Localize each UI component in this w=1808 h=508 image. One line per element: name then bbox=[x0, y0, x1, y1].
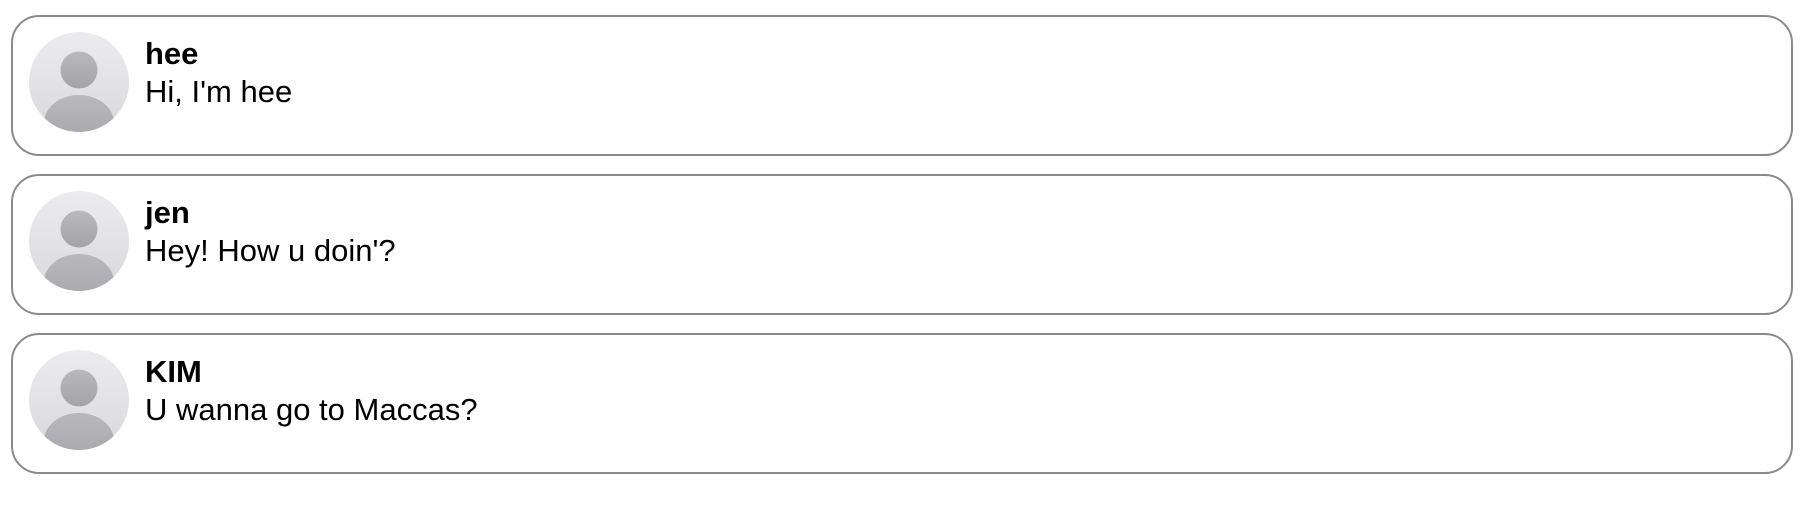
conversation-card-jen[interactable]: jen Hey! How u doin'? bbox=[11, 174, 1793, 315]
contact-name: jen bbox=[145, 195, 190, 230]
conversation-text: jen Hey! How u doin'? bbox=[145, 194, 1771, 270]
user-avatar-icon[interactable] bbox=[29, 191, 129, 291]
conversation-list: hee Hi, I'm hee jen Hey! How u doin'? KI… bbox=[11, 15, 1793, 492]
user-avatar-icon[interactable] bbox=[29, 350, 129, 450]
contact-name: KIM bbox=[145, 354, 202, 389]
message-preview: Hi, I'm hee bbox=[145, 74, 293, 109]
message-preview: Hey! How u doin'? bbox=[145, 233, 396, 268]
conversation-text: KIM U wanna go to Maccas? bbox=[145, 353, 1771, 429]
message-preview: U wanna go to Maccas? bbox=[145, 392, 478, 427]
conversation-card-hee[interactable]: hee Hi, I'm hee bbox=[11, 15, 1793, 156]
user-avatar-icon[interactable] bbox=[29, 32, 129, 132]
conversation-card-kim[interactable]: KIM U wanna go to Maccas? bbox=[11, 333, 1793, 474]
conversation-text: hee Hi, I'm hee bbox=[145, 35, 1771, 111]
contact-name: hee bbox=[145, 36, 199, 71]
